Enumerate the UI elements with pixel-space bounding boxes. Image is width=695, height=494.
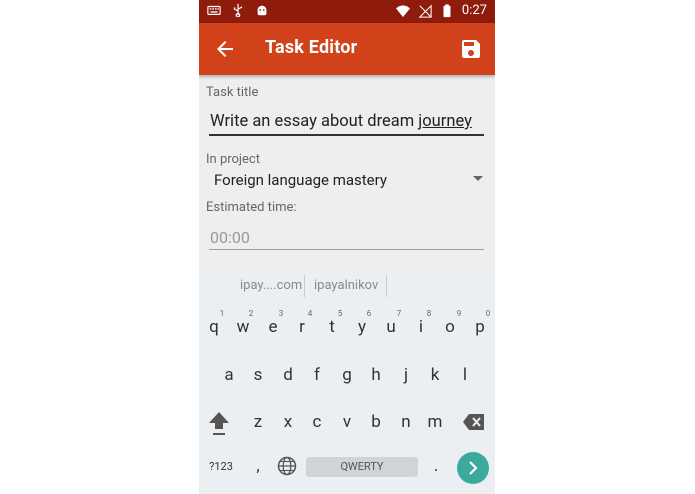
key-h[interactable]: h [364, 365, 388, 385]
key-y[interactable]: y [350, 317, 374, 337]
suggestion-divider [386, 275, 387, 297]
suggestion-2[interactable]: ipayalnikov [314, 278, 378, 293]
key-v[interactable]: v [335, 412, 359, 432]
estimated-time-label: Estimated time: [206, 200, 297, 215]
estimated-time-input[interactable]: 00:00 [210, 228, 250, 247]
period-key[interactable]: . [424, 456, 448, 476]
key-m[interactable]: m [423, 412, 447, 432]
wifi-icon [395, 4, 410, 17]
key-p[interactable]: p [468, 317, 492, 337]
dropdown-arrow-icon[interactable] [473, 176, 483, 181]
key-t[interactable]: t [320, 317, 344, 337]
key-r[interactable]: r [290, 317, 314, 337]
enter-key[interactable] [457, 452, 489, 484]
project-dropdown[interactable]: Foreign language mastery [214, 171, 387, 189]
key-e[interactable]: e [261, 317, 285, 337]
chevron-right-icon [469, 461, 478, 475]
key-q[interactable]: q [202, 317, 226, 337]
key-d[interactable]: d [276, 365, 300, 385]
project-label: In project [206, 152, 260, 167]
comma-key[interactable]: , [246, 456, 270, 476]
soft-keyboard: ipay....com ipayalnikov 1 2 3 4 5 6 7 8 … [199, 266, 495, 494]
task-title-input[interactable]: Write an essay about dream journey [210, 112, 472, 131]
key-n[interactable]: n [394, 412, 418, 432]
task-title-text: Write an essay about dream [210, 112, 419, 131]
key-c[interactable]: c [305, 412, 329, 432]
suggestion-divider [304, 275, 305, 297]
task-title-label: Task title [206, 85, 259, 100]
key-a[interactable]: a [217, 365, 241, 385]
key-w[interactable]: w [231, 317, 255, 337]
suggestion-strip: ipay....com ipayalnikov [199, 266, 495, 304]
estimated-time-underline [209, 249, 484, 250]
symbols-key[interactable]: ?123 [204, 460, 238, 473]
usb-icon [233, 3, 243, 17]
key-g[interactable]: g [335, 365, 359, 385]
phone-screen: 0:27 Task Editor Task title Write an ess… [199, 0, 495, 494]
status-time: 0:27 [461, 3, 487, 18]
key-l[interactable]: l [453, 365, 477, 385]
battery-icon [443, 3, 451, 17]
backspace-icon[interactable] [462, 413, 486, 431]
space-bar[interactable]: QWERTY [306, 457, 418, 477]
task-title-underline [209, 134, 484, 136]
app-toolbar: Task Editor [199, 23, 495, 75]
key-u[interactable]: u [379, 317, 403, 337]
globe-icon[interactable] [277, 456, 297, 476]
key-i[interactable]: i [409, 317, 433, 337]
shift-icon[interactable] [207, 410, 231, 436]
key-j[interactable]: j [394, 365, 418, 385]
key-b[interactable]: b [364, 412, 388, 432]
key-o[interactable]: o [438, 317, 462, 337]
key-z[interactable]: z [246, 412, 270, 432]
key-k[interactable]: k [423, 365, 447, 385]
suggestion-1[interactable]: ipay....com [240, 278, 302, 293]
status-bar: 0:27 [199, 0, 495, 23]
no-signal-icon [418, 3, 432, 18]
key-f[interactable]: f [305, 365, 329, 385]
save-icon[interactable] [459, 37, 483, 61]
keyboard-icon [207, 5, 221, 15]
android-debug-icon [257, 5, 267, 16]
key-x[interactable]: x [276, 412, 300, 432]
toolbar-title: Task Editor [265, 37, 358, 58]
back-arrow-icon[interactable] [213, 37, 237, 61]
key-s[interactable]: s [246, 365, 270, 385]
task-title-underlined-word: journey [418, 112, 472, 131]
